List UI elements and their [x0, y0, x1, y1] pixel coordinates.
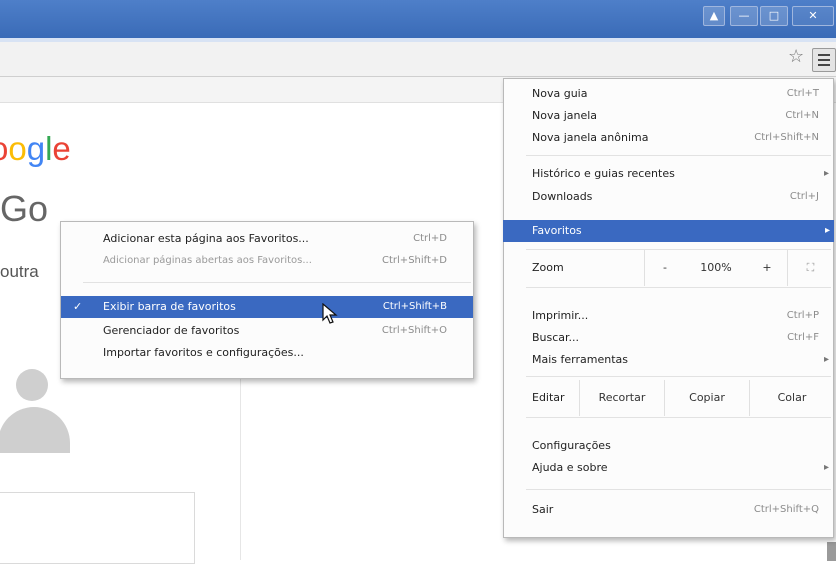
menu-separator — [526, 417, 831, 418]
menu-separator — [526, 489, 831, 490]
zoom-in-button[interactable]: + — [747, 250, 787, 286]
cut-button[interactable]: Recortar — [579, 380, 664, 416]
zoom-out-button[interactable]: - — [644, 250, 685, 286]
close-button[interactable]: ✕ — [792, 6, 834, 26]
mouse-cursor-icon — [322, 303, 338, 324]
menu-item-editar: Editar Recortar Copiar Colar — [504, 380, 833, 416]
menu-bar-icon — [818, 54, 830, 56]
avatar-icon — [16, 369, 48, 401]
avatar-body-icon — [0, 407, 70, 453]
menu-item-favoritos[interactable]: Favoritos ▸ — [503, 220, 834, 242]
window-titlebar: ▲ — □ ✕ — [0, 0, 836, 38]
copy-button[interactable]: Copiar — [664, 380, 749, 416]
side-text-fragment: outra — [0, 262, 39, 281]
logo-letter: g — [26, 130, 46, 167]
menu-separator — [83, 282, 471, 283]
checkmark-icon: ✓ — [73, 300, 83, 313]
chrome-main-menu: Nova guia Ctrl+T Nova janela Ctrl+N Nova… — [503, 78, 834, 538]
scrollbar[interactable] — [827, 542, 836, 561]
logo-letter: oogle — [0, 130, 71, 167]
menu-bar-icon — [818, 64, 830, 66]
menu-item-adicionar-pagina[interactable]: Adicionar esta página aos Favoritos... C… — [61, 228, 473, 250]
fullscreen-icon[interactable]: ⛶ — [787, 250, 833, 286]
menu-item-gerenciador[interactable]: Gerenciador de favoritos Ctrl+Shift+O — [61, 320, 473, 342]
submenu-arrow-icon: ▸ — [823, 462, 829, 473]
menu-item-exibir-barra[interactable]: ✓ Exibir barra de favoritos Ctrl+Shift+B — [61, 296, 473, 318]
menu-separator — [526, 287, 831, 288]
logo-letter: e — [52, 130, 71, 167]
maximize-button[interactable]: □ — [760, 6, 788, 26]
page-heading-fragment: Go — [0, 188, 49, 229]
menu-item-downloads[interactable]: Downloads Ctrl+J — [504, 186, 833, 208]
paste-button[interactable]: Colar — [749, 380, 834, 416]
chrome-menu-button[interactable] — [812, 48, 836, 72]
menu-item-zoom: Zoom - 100% + ⛶ — [504, 250, 833, 286]
bookmarks-submenu: Adicionar esta página aos Favoritos... C… — [60, 221, 474, 379]
menu-separator — [526, 376, 831, 377]
menu-item-imprimir[interactable]: Imprimir... Ctrl+P — [504, 305, 833, 327]
minimize-button[interactable]: — — [730, 6, 758, 26]
submenu-arrow-icon: ▸ — [824, 225, 830, 236]
menu-item-nova-janela[interactable]: Nova janela Ctrl+N — [504, 105, 833, 127]
logo-letter: o — [8, 130, 27, 167]
zoom-level: 100% — [700, 261, 732, 274]
menu-separator — [526, 155, 831, 156]
menu-item-buscar[interactable]: Buscar... Ctrl+F — [504, 327, 833, 349]
menu-item-configuracoes[interactable]: Configurações — [504, 435, 833, 457]
menu-bar-icon — [818, 59, 830, 61]
profile-button[interactable]: ▲ — [703, 6, 725, 26]
menu-item-nova-janela-anonima[interactable]: Nova janela anônima Ctrl+Shift+N — [504, 127, 833, 149]
menu-item-nova-guia[interactable]: Nova guia Ctrl+T — [504, 83, 833, 105]
menu-item-mais-ferramentas[interactable]: Mais ferramentas ▸ — [504, 349, 833, 371]
menu-item-historico[interactable]: Histórico e guias recentes ▸ — [504, 163, 833, 185]
menu-item-importar[interactable]: Importar favoritos e configurações... — [61, 342, 473, 364]
menu-item-ajuda[interactable]: Ajuda e sobre ▸ — [504, 457, 833, 479]
google-logo-partial: oogle — [0, 130, 81, 168]
submenu-arrow-icon: ▸ — [823, 168, 829, 179]
menu-item-sair[interactable]: Sair Ctrl+Shift+Q — [504, 499, 833, 521]
content-box — [0, 492, 195, 564]
submenu-arrow-icon: ▸ — [823, 354, 829, 365]
menu-item-adicionar-abertas[interactable]: Adicionar páginas abertas aos Favoritos.… — [61, 250, 473, 272]
bookmark-star-icon[interactable]: ☆ — [788, 46, 804, 67]
browser-toolbar: ☆ — [0, 42, 836, 77]
